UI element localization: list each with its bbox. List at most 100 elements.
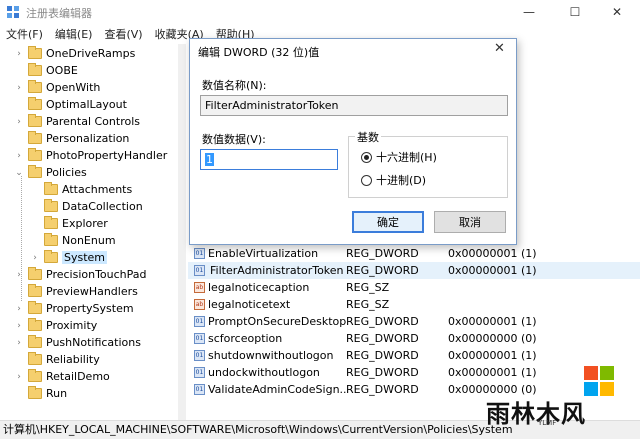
value-type: REG_DWORD: [346, 349, 419, 362]
value-name-text: FilterAdministratorToken: [208, 264, 346, 277]
tree-item[interactable]: PreviewHandlers: [14, 283, 138, 300]
expander-icon[interactable]: ›: [14, 304, 24, 314]
menu-file[interactable]: 文件(F): [0, 26, 49, 42]
tree-item[interactable]: Run: [14, 385, 67, 402]
value-name-label: 数值名称(N):: [202, 79, 267, 92]
folder-icon: [28, 165, 42, 178]
tree-item[interactable]: OptimalLayout: [14, 96, 127, 113]
value-type: REG_DWORD: [346, 366, 419, 379]
folder-icon: [28, 46, 42, 59]
cancel-button[interactable]: 取消: [434, 211, 506, 233]
hex-radio[interactable]: 十六进制(H): [361, 149, 437, 165]
expander-icon[interactable]: ›: [14, 372, 24, 382]
folder-icon: [28, 284, 42, 297]
tree-item[interactable]: › RetailDemo: [14, 368, 110, 385]
tree-item[interactable]: DataCollection: [30, 198, 143, 215]
tree-item[interactable]: › PrecisionTouchPad: [14, 266, 147, 283]
value-row[interactable]: 01 PromptOnSecureDesktop REG_DWORD 0x000000…: [188, 313, 640, 330]
tree-item[interactable]: › Proximity: [14, 317, 97, 334]
tree-item[interactable]: › PropertySystem: [14, 300, 134, 317]
folder-icon: [28, 63, 42, 76]
tree-item-label: System: [62, 251, 108, 264]
ok-button[interactable]: 确定: [352, 211, 424, 233]
expander-icon[interactable]: ›: [14, 321, 24, 331]
tree-item[interactable]: Reliability: [14, 351, 100, 368]
maximize-button[interactable]: ☐: [552, 0, 598, 24]
watermark-small-text: YLMF: [538, 419, 557, 427]
value-type: REG_SZ: [346, 298, 390, 311]
dec-radio-label: 十进制(D): [376, 174, 427, 187]
tree-item[interactable]: Personalization: [14, 130, 129, 147]
tree-item[interactable]: ⌄ Policies: [14, 164, 87, 181]
value-type: REG_DWORD: [346, 332, 419, 345]
tree-item[interactable]: › PhotoPropertyHandler: [14, 147, 167, 164]
tree-item[interactable]: NonEnum: [30, 232, 116, 249]
value-name-field: FilterAdministratorToken: [200, 95, 508, 116]
dialog-close-button[interactable]: ✕: [494, 41, 505, 56]
value-data: 0x00000001 (1): [448, 247, 537, 260]
tree-item-label: OptimalLayout: [46, 98, 127, 111]
folder-icon: [28, 148, 42, 161]
tree-item-label: DataCollection: [62, 200, 143, 213]
value-row[interactable]: ab legalnoticecaption REG_SZ: [188, 279, 640, 296]
menu-edit[interactable]: 编辑(E): [49, 26, 99, 42]
close-button[interactable]: ✕: [594, 0, 640, 24]
tree-item[interactable]: OOBE: [14, 62, 78, 79]
tree-item-label: Run: [46, 387, 68, 400]
expander-icon[interactable]: ›: [14, 117, 24, 127]
base-groupbox: 基数 十六进制(H) 十进制(D): [348, 129, 508, 198]
value-row[interactable]: 01 scforceoption REG_DWORD 0x00000000 (0): [188, 330, 640, 347]
value-row[interactable]: ab legalnoticetext REG_SZ: [188, 296, 640, 313]
dec-radio[interactable]: 十进制(D): [361, 172, 426, 188]
tree-item-label: PrecisionTouchPad: [46, 268, 147, 281]
expander-icon[interactable]: ›: [14, 270, 24, 280]
dword-icon: 01: [194, 248, 205, 259]
folder-icon: [44, 233, 58, 246]
folder-icon: [44, 250, 58, 263]
tree-item-label: Attachments: [62, 183, 133, 196]
value-row[interactable]: 01 undockwithoutlogon REG_DWORD 0x00000001 …: [188, 364, 640, 381]
radio-selected-icon: [361, 151, 372, 163]
expander-icon[interactable]: ›: [14, 49, 24, 59]
value-row[interactable]: 01 EnableVirtualization REG_DWORD 0x0000000…: [188, 245, 640, 262]
folder-icon: [44, 216, 58, 229]
expander-icon[interactable]: ›: [30, 253, 40, 263]
dword-icon: 01: [194, 384, 205, 395]
expander-icon[interactable]: ›: [14, 83, 24, 93]
tree-item[interactable]: Explorer: [30, 215, 108, 232]
tree-item-label: Proximity: [46, 319, 98, 332]
value-data-label: 数值数据(V):: [202, 133, 266, 146]
dword-icon: 01: [194, 333, 205, 344]
value-data-input[interactable]: 1: [200, 149, 338, 170]
tree-item-label: PropertySystem: [46, 302, 134, 315]
value-row-highlighted[interactable]: 01 FilterAdministratorToken REG_DWORD 0x000…: [188, 262, 640, 279]
title-bar: 注册表编辑器 — ☐ ✕: [0, 0, 640, 24]
minimize-button[interactable]: —: [506, 0, 552, 24]
expander-icon[interactable]: ›: [14, 338, 24, 348]
value-row[interactable]: 01 shutdownwithoutlogon REG_DWORD 0x0000000…: [188, 347, 640, 364]
hex-radio-label: 十六进制(H): [376, 151, 437, 164]
tree-item[interactable]: › Parental Controls: [14, 113, 140, 130]
menu-view[interactable]: 查看(V): [98, 26, 148, 42]
tree-item-label: NonEnum: [62, 234, 116, 247]
tree-item-label: PreviewHandlers: [46, 285, 138, 298]
value-type: REG_DWORD: [346, 315, 419, 328]
base-label: 基数: [355, 129, 381, 145]
tree-item[interactable]: › OneDriveRamps: [14, 45, 135, 62]
tree-item[interactable]: › OpenWith: [14, 79, 100, 96]
tree-item-label: Explorer: [62, 217, 108, 230]
folder-icon: [28, 114, 42, 127]
expander-icon[interactable]: ›: [14, 151, 24, 161]
string-icon: ab: [194, 299, 205, 310]
tree-item[interactable]: Attachments: [30, 181, 132, 198]
key-tree[interactable]: › OneDriveRamps OOBE › OpenWith OptimalLay…: [0, 44, 186, 420]
expander-icon[interactable]: ⌄: [14, 168, 24, 178]
dword-icon: 01: [194, 350, 205, 361]
tree-item[interactable]: › PushNotifications: [14, 334, 141, 351]
edit-dword-dialog: 编辑 DWORD (32 位)值 ✕ 数值名称(N): FilterAdmini…: [189, 38, 517, 245]
tree-item-label: OpenWith: [46, 81, 101, 94]
tree-item-selected[interactable]: › System: [30, 249, 108, 266]
dialog-title: 编辑 DWORD (32 位)值: [198, 46, 320, 59]
tree-scrollbar[interactable]: [178, 44, 186, 420]
value-type: REG_DWORD: [346, 247, 419, 260]
